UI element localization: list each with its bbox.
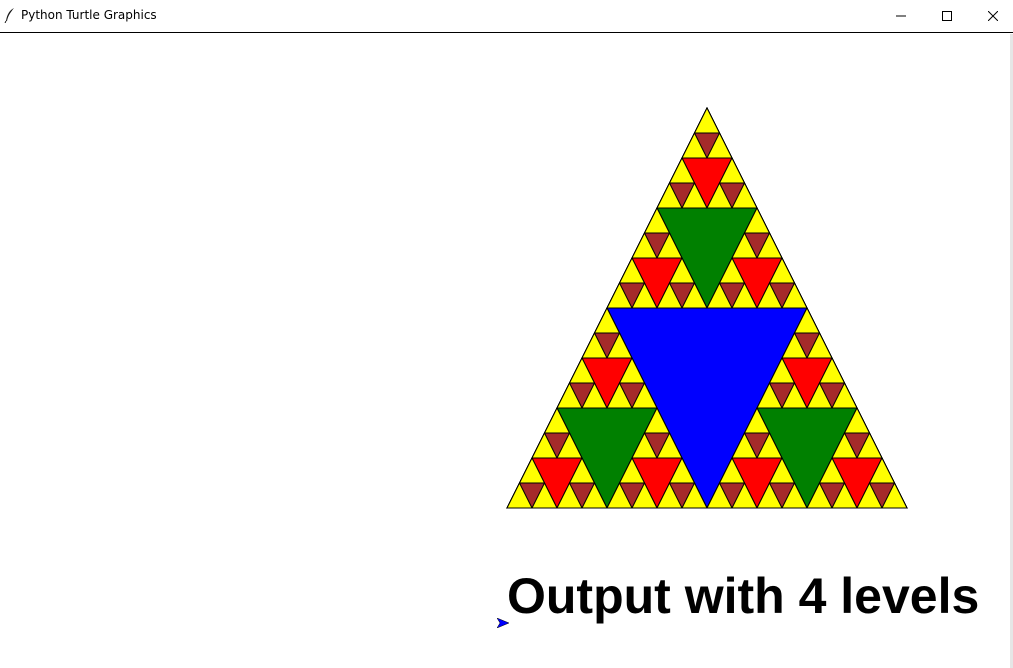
fractal-triangle [693, 106, 721, 134]
arrow-icon [497, 618, 509, 628]
output-caption: Output with 4 levels [507, 568, 980, 624]
